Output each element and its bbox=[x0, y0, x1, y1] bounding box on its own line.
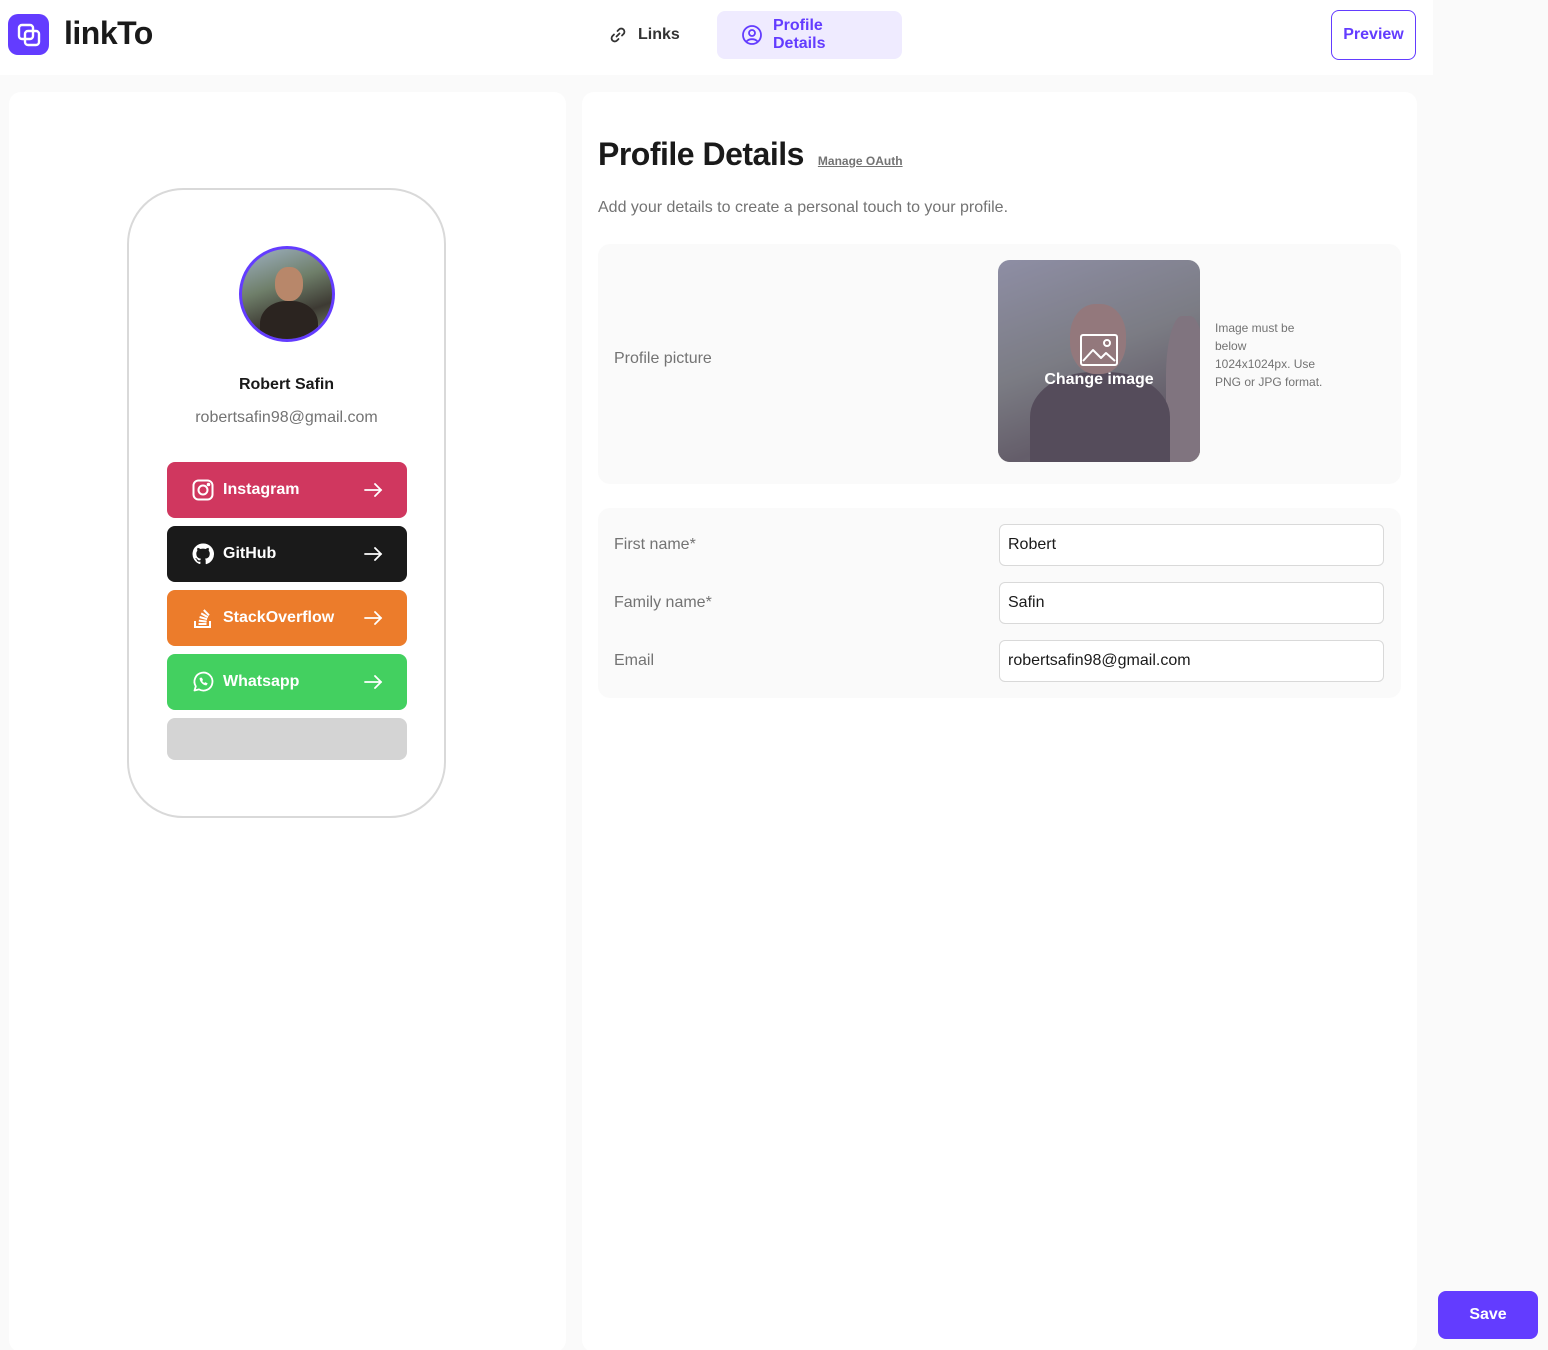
preview-button[interactable]: Preview bbox=[1331, 10, 1416, 60]
stackoverflow-icon bbox=[194, 609, 211, 628]
arrow-right-icon bbox=[364, 675, 383, 689]
save-button[interactable]: Save bbox=[1438, 1291, 1538, 1339]
arrow-right-icon bbox=[364, 611, 383, 625]
tab-links-label: Links bbox=[638, 26, 680, 43]
empty-link-placeholder bbox=[167, 718, 407, 760]
preview-link-instagram[interactable]: Instagram bbox=[167, 462, 407, 518]
profile-picture-upload[interactable]: Change image bbox=[998, 260, 1200, 462]
title-row: Profile Details Manage OAuth bbox=[598, 136, 903, 173]
profile-picture-card: Profile picture Change image Image must … bbox=[598, 244, 1401, 484]
page-title: Profile Details bbox=[598, 136, 804, 172]
change-image-label: Change image bbox=[1044, 371, 1154, 388]
tab-profile-details-label: Profile Details bbox=[773, 17, 826, 52]
logo-icon bbox=[8, 14, 49, 55]
arrow-right-icon bbox=[364, 547, 383, 561]
profile-details-panel: Profile Details Manage OAuth Add your de… bbox=[582, 92, 1417, 1350]
tab-links[interactable]: Links bbox=[584, 11, 702, 59]
arrow-right-icon bbox=[364, 483, 383, 497]
page-subtitle: Add your details to create a personal to… bbox=[598, 199, 1009, 216]
email-field[interactable] bbox=[999, 640, 1384, 682]
first-name-field[interactable] bbox=[999, 524, 1384, 566]
tab-profile-details[interactable]: Profile Details bbox=[717, 11, 902, 59]
preview-link-label: GitHub bbox=[223, 545, 277, 562]
family-name-label: Family name* bbox=[614, 594, 712, 611]
preview-link-whatsapp[interactable]: Whatsapp bbox=[167, 654, 407, 710]
preview-email: robertsafin98@gmail.com bbox=[195, 409, 378, 426]
preview-link-label: Instagram bbox=[223, 481, 300, 498]
avatar bbox=[239, 246, 335, 342]
app-name: linkTo bbox=[64, 15, 153, 51]
whatsapp-icon bbox=[193, 671, 214, 692]
preview-link-label: StackOverflow bbox=[223, 609, 335, 626]
image-icon bbox=[1080, 334, 1118, 366]
instagram-icon bbox=[192, 479, 214, 501]
preview-name: Robert Safin bbox=[238, 376, 335, 393]
preview-link-stackoverflow[interactable]: StackOverflow bbox=[167, 590, 407, 646]
email-label: Email bbox=[614, 652, 655, 669]
github-icon bbox=[192, 543, 215, 565]
preview-link-github[interactable]: GitHub bbox=[167, 526, 407, 582]
profile-form-card: First name* Family name* Email bbox=[598, 508, 1401, 698]
profile-picture-label: Profile picture bbox=[614, 350, 712, 367]
phone-mockup: Robert Safin robertsafin98@gmail.com Ins… bbox=[127, 188, 446, 818]
image-requirements-note: Image must be below 1024x1024px. Use PNG… bbox=[1215, 321, 1323, 389]
user-circle-icon bbox=[742, 25, 762, 45]
family-name-field[interactable] bbox=[999, 582, 1384, 624]
first-name-label: First name* bbox=[614, 536, 696, 553]
phone-preview-panel: Robert Safin robertsafin98@gmail.com Ins… bbox=[9, 92, 566, 1350]
preview-link-label: Whatsapp bbox=[223, 673, 300, 690]
top-nav: linkTo Links Profile Details Preview bbox=[0, 0, 1433, 75]
manage-oauth-link[interactable]: Manage OAuth bbox=[818, 154, 903, 168]
link-icon bbox=[610, 27, 626, 43]
